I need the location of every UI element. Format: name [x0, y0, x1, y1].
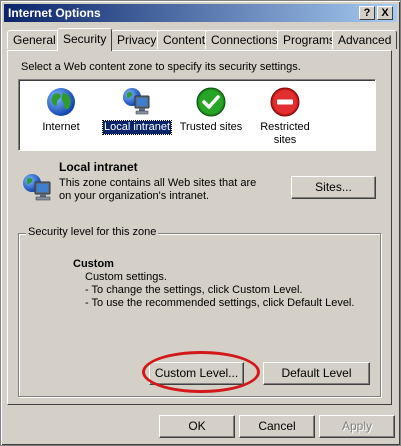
selected-zone-description: This zone contains all Web sites that ar… — [59, 177, 257, 202]
ok-button[interactable]: OK — [159, 415, 235, 438]
security-level-title: Custom — [73, 258, 114, 270]
level-line: - To change the settings, click Custom L… — [85, 284, 303, 296]
level-line: - To use the recommended settings, click… — [85, 297, 355, 309]
tab-content[interactable]: Content — [157, 30, 212, 49]
sites-button[interactable]: Sites... — [291, 176, 376, 199]
zone-local-intranet[interactable]: Local intranet — [101, 86, 173, 135]
title-bar[interactable]: Internet Options ? X — [4, 4, 397, 22]
zone-label: Internet — [42, 121, 80, 133]
tab-general[interactable]: General — [7, 30, 62, 49]
check-icon — [196, 87, 226, 117]
zone-trusted-sites[interactable]: Trusted sites — [175, 86, 247, 134]
tab-security[interactable]: Security — [57, 28, 113, 51]
tab-connections[interactable]: Connections — [205, 30, 284, 49]
zone-restricted-sites[interactable]: Restricted sites — [249, 86, 321, 147]
security-level-group-label: Security level for this zone — [26, 226, 159, 238]
zone-label: Local intranet — [101, 120, 173, 135]
globe-icon — [47, 88, 75, 116]
internet-options-dialog: Internet Options ? X General Security Pr… — [0, 0, 401, 446]
tab-privacy[interactable]: Privacy — [111, 30, 163, 49]
apply-button[interactable]: Apply — [319, 415, 395, 438]
zone-label: Restricted sites — [260, 121, 310, 146]
security-level-description: Custom settings. - To change the setting… — [85, 271, 375, 310]
intranet-computer-icon — [123, 88, 150, 115]
close-button[interactable]: X — [377, 6, 393, 20]
help-button[interactable]: ? — [359, 6, 375, 20]
cancel-button[interactable]: Cancel — [239, 415, 315, 438]
zone-label: Trusted sites — [179, 121, 243, 133]
window-title: Internet Options — [8, 6, 101, 20]
selected-zone-title: Local intranet — [59, 160, 138, 174]
zone-list[interactable]: Internet Local intranet Trusted sites Re… — [18, 79, 376, 151]
zone-internet[interactable]: Internet — [25, 86, 97, 134]
selected-zone-icon — [23, 174, 51, 201]
level-line: Custom settings. — [85, 271, 167, 283]
custom-level-button[interactable]: Custom Level... — [149, 362, 244, 385]
no-entry-icon — [270, 87, 300, 117]
tab-advanced[interactable]: Advanced — [332, 30, 398, 49]
zone-instruction: Select a Web content zone to specify its… — [21, 61, 301, 73]
default-level-button[interactable]: Default Level — [263, 362, 370, 385]
